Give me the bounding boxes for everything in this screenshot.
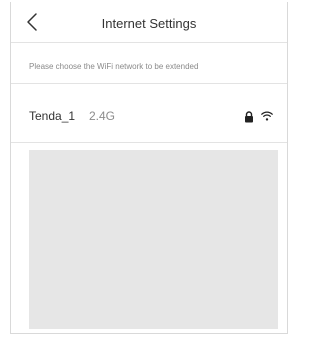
network-band: 2.4G: [89, 109, 116, 123]
lock-icon: [245, 111, 253, 123]
divider: [11, 142, 287, 143]
network-ssid: Tenda_1: [29, 109, 76, 123]
instruction-text: Please choose the WiFi network to be ext…: [29, 62, 199, 71]
header-bar: Internet Settings: [11, 2, 287, 43]
content-placeholder: [29, 150, 278, 329]
wifi-icon: [261, 111, 273, 121]
internet-settings-screen: Internet Settings Please choose the WiFi…: [10, 2, 288, 334]
network-list-item[interactable]: Tenda_1 2.4G: [11, 84, 287, 142]
page-title: Internet Settings: [101, 16, 197, 31]
